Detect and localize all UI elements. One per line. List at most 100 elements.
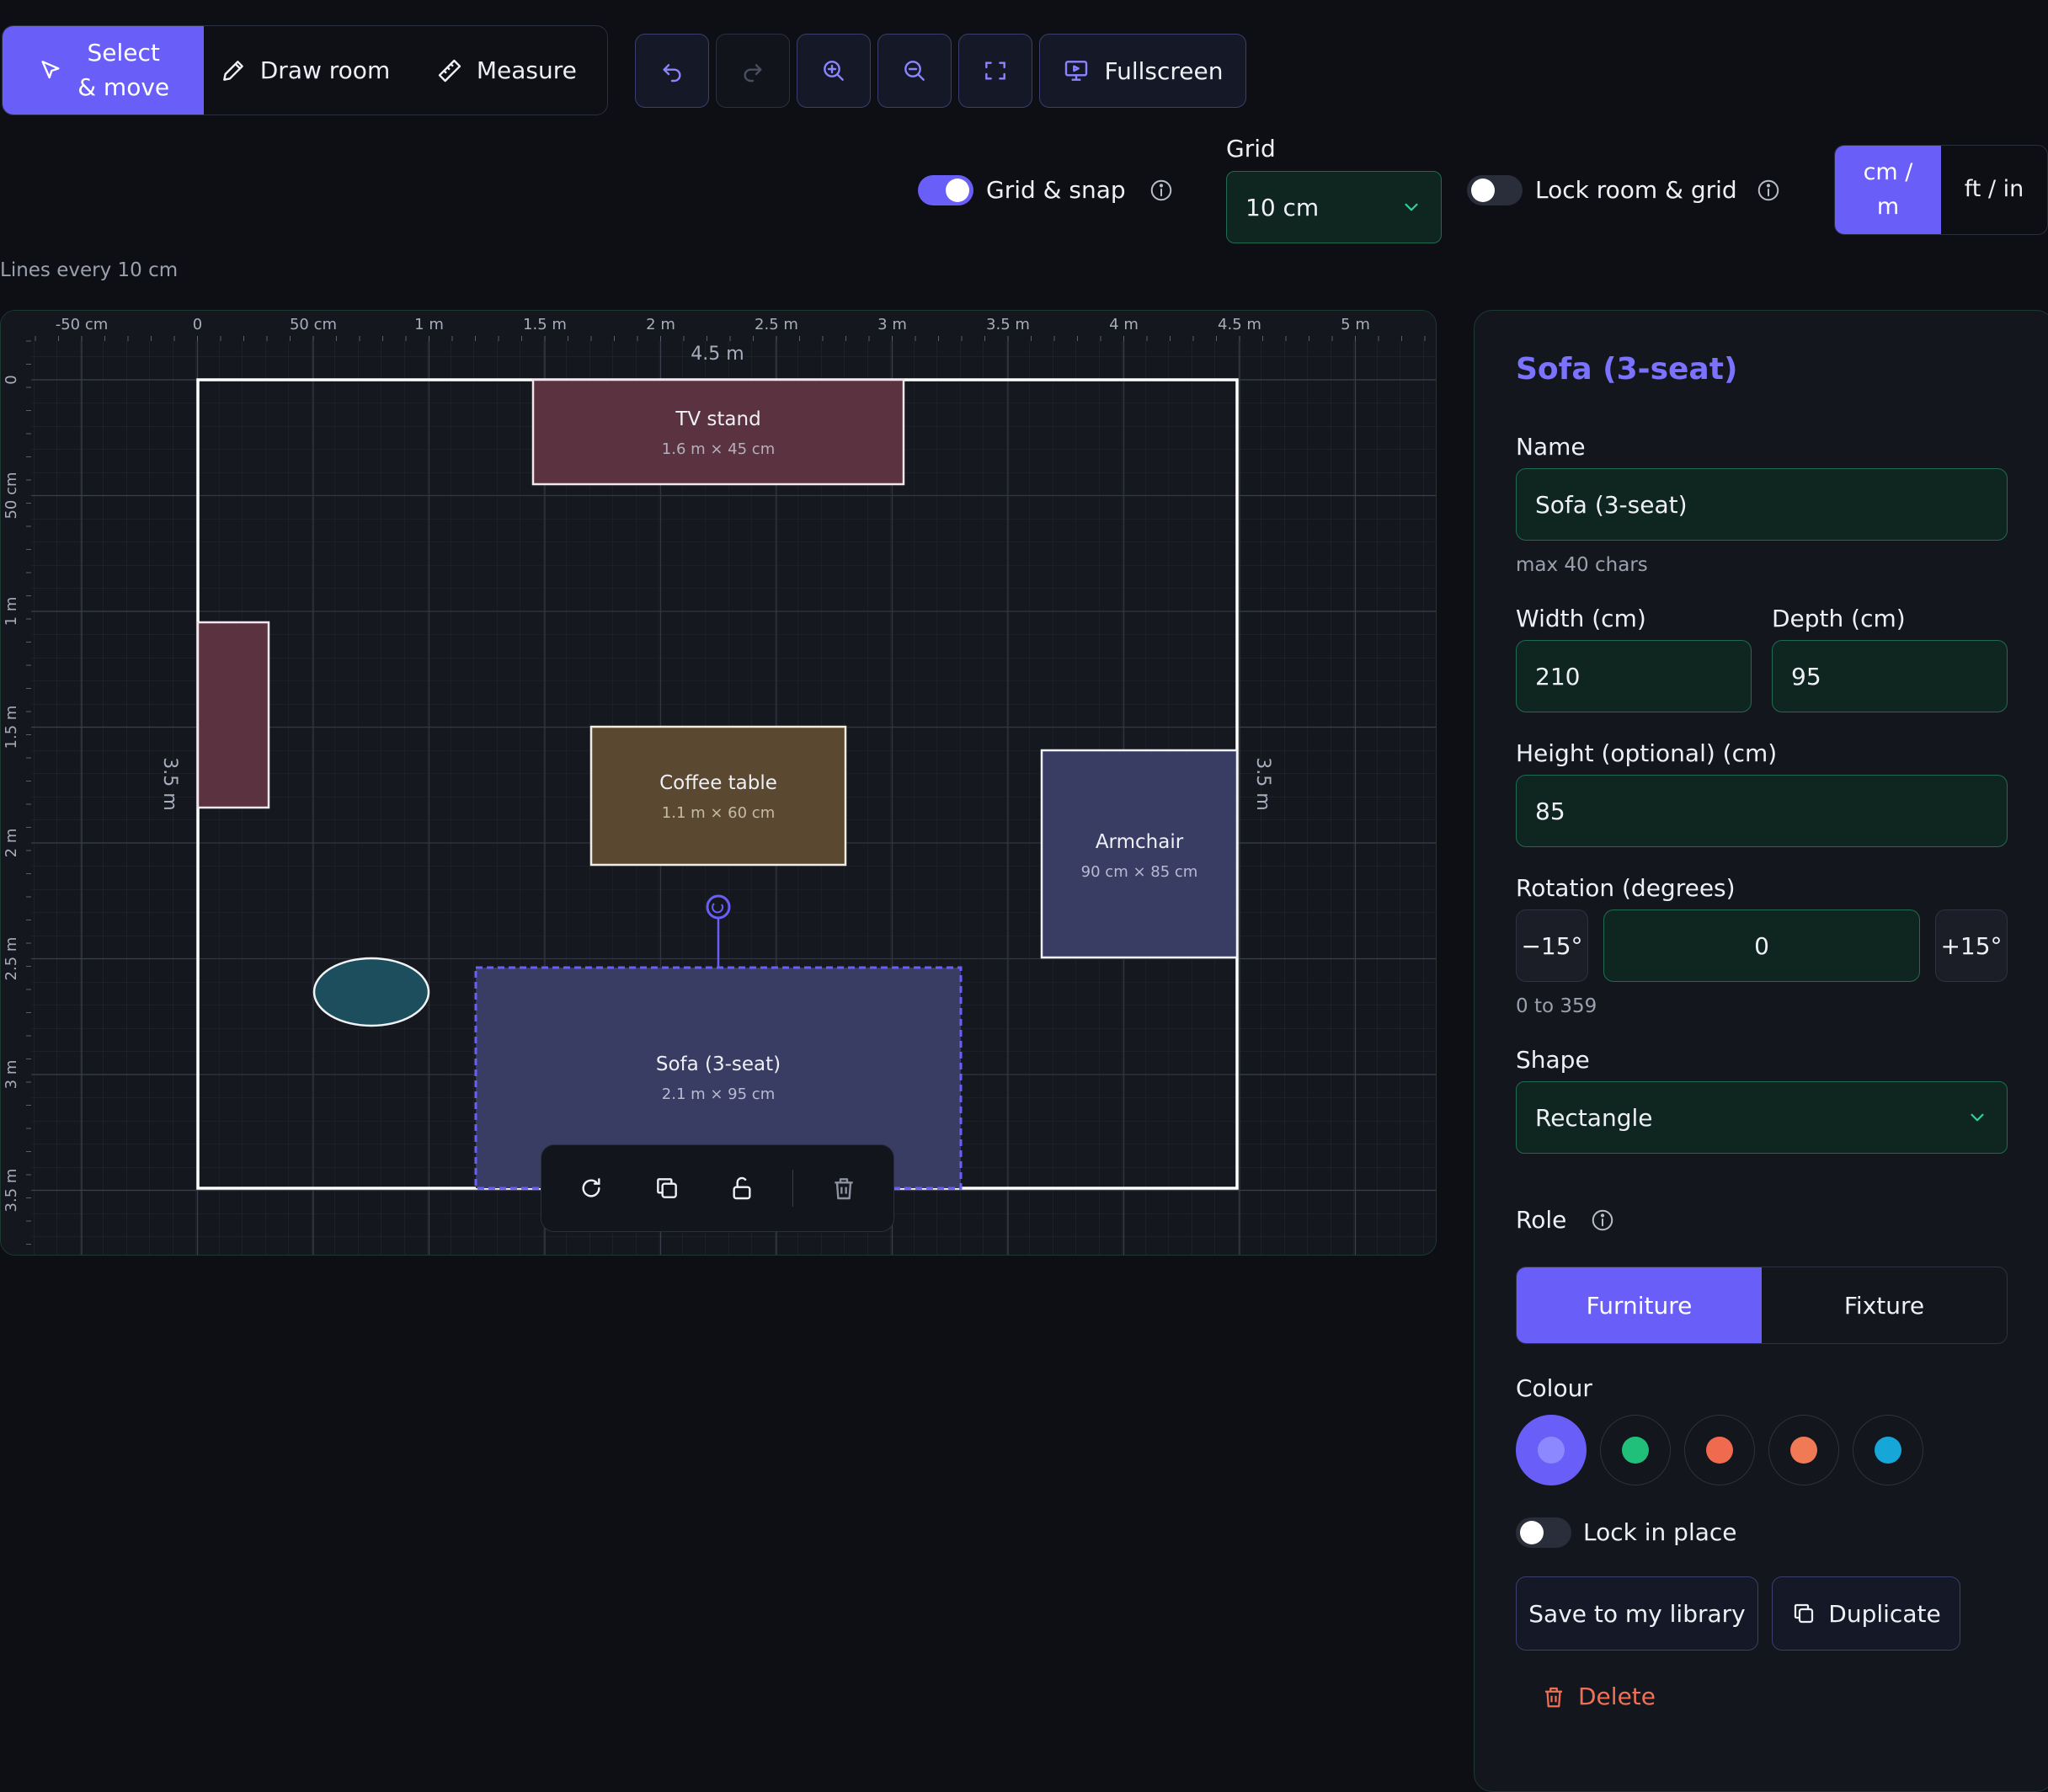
copy-button[interactable] — [642, 1163, 692, 1213]
colour-swatch-orange[interactable] — [1768, 1415, 1839, 1485]
grid-hint: Lines every 10 cm — [0, 259, 179, 281]
duplicate-button[interactable]: Duplicate — [1772, 1576, 1960, 1651]
ruler-y-label: 2 m — [3, 829, 20, 858]
panel-title: Sofa (3-seat) — [1516, 352, 1738, 387]
zoom-in-button[interactable] — [797, 34, 871, 108]
grid-title: Grid — [1226, 135, 1276, 163]
lock-button[interactable] — [717, 1163, 767, 1213]
lock-room-grid-toggle[interactable] — [1467, 175, 1523, 205]
zoom-out-button[interactable] — [877, 34, 952, 108]
unit-metric-button[interactable]: cm / m — [1835, 146, 1941, 234]
select-move-label: Select & move — [77, 38, 170, 101]
rotation-label: Rotation (degrees) — [1516, 874, 1736, 902]
width-input[interactable]: 210 — [1516, 640, 1752, 712]
ruler-y-label: 1 m — [3, 597, 20, 627]
toolbar-divider — [792, 1170, 794, 1207]
rotate-plus-button[interactable]: +15° — [1935, 909, 2008, 982]
colour-swatch-coral[interactable] — [1684, 1415, 1755, 1485]
grid-size-select[interactable]: 10 cm — [1226, 171, 1442, 243]
ruler-y-label: 3 m — [3, 1060, 20, 1090]
ruler-x-label: 2.5 m — [755, 316, 798, 333]
depth-label: Depth (cm) — [1772, 605, 1906, 632]
side-cabinet[interactable] — [196, 621, 270, 809]
rotation-hint: 0 to 359 — [1516, 995, 1597, 1017]
rotate-button[interactable] — [566, 1163, 616, 1213]
fit-view-icon — [985, 61, 1005, 80]
name-value: Sofa (3-seat) — [1535, 490, 1688, 519]
cursor-icon — [41, 60, 60, 78]
ruler-x-label: 50 cm — [290, 316, 337, 333]
height-value: 85 — [1535, 797, 1565, 825]
armchair-dims: 90 cm × 85 cm — [1081, 863, 1198, 881]
mode-toolbar: Select & move Draw room Measure — [2, 25, 608, 115]
colour-swatch-green[interactable] — [1600, 1415, 1671, 1485]
select-move-button[interactable]: Select & move — [3, 26, 205, 115]
round-table[interactable] — [312, 957, 430, 1027]
monitor-icon — [1064, 61, 1087, 81]
name-input[interactable]: Sofa (3-seat) — [1516, 468, 2008, 541]
room-width-label: 4.5 m — [691, 344, 744, 365]
tv-stand[interactable]: TV stand 1.6 m × 45 cm — [531, 378, 905, 486]
draw-room-button[interactable]: Draw room — [204, 26, 405, 115]
shape-select[interactable]: Rectangle — [1516, 1081, 2008, 1154]
role-switch: Furniture Fixture — [1516, 1267, 2008, 1344]
coffee-table-dims: 1.1 m × 60 cm — [662, 804, 775, 822]
ruler-x-label: 0 — [193, 316, 202, 333]
tv-stand-dims: 1.6 m × 45 cm — [662, 440, 775, 458]
fullscreen-button[interactable]: Fullscreen — [1039, 34, 1246, 108]
redo-button[interactable] — [716, 34, 790, 108]
save-to-library-button[interactable]: Save to my library — [1516, 1576, 1758, 1651]
grid-snap-toggle[interactable] — [918, 175, 973, 205]
width-label: Width (cm) — [1516, 605, 1646, 632]
depth-value: 95 — [1791, 662, 1821, 691]
measure-button[interactable]: Measure — [406, 26, 607, 115]
sofa-name: Sofa (3-seat) — [656, 1053, 781, 1075]
room-depth-label-right: 3.5 m — [1252, 757, 1273, 810]
rotate-minus-button[interactable]: −15° — [1516, 909, 1588, 982]
name-hint: max 40 chars — [1516, 554, 1648, 576]
ruler-x-label: 5 m — [1341, 316, 1370, 333]
name-label: Name — [1516, 433, 1586, 461]
save-to-library-label: Save to my library — [1528, 1599, 1746, 1628]
ruler-y-label: 3.5 m — [3, 1169, 20, 1213]
pencil-icon — [222, 60, 243, 81]
lock-in-place-toggle[interactable] — [1516, 1517, 1571, 1548]
delete-label: Delete — [1578, 1683, 1656, 1710]
role-fixture-button[interactable]: Fixture — [1762, 1267, 2007, 1343]
undo-icon — [663, 64, 681, 83]
armchair-name: Armchair — [1096, 831, 1184, 853]
armchair[interactable]: Armchair 90 cm × 85 cm — [1040, 749, 1239, 959]
ruler-x-label: 3.5 m — [986, 316, 1030, 333]
ruler-y-label: 0 — [3, 375, 20, 384]
colour-swatch-cyan[interactable] — [1853, 1415, 1923, 1485]
info-icon[interactable] — [1756, 178, 1781, 203]
height-input[interactable]: 85 — [1516, 775, 2008, 847]
info-icon[interactable] — [1149, 178, 1174, 203]
coffee-table[interactable]: Coffee table 1.1 m × 60 cm — [589, 725, 847, 867]
chevron-down-icon — [1405, 203, 1418, 211]
lock-room-grid-label: Lock room & grid — [1535, 176, 1737, 204]
undo-button[interactable] — [635, 34, 709, 108]
grid-snap-label: Grid & snap — [986, 176, 1126, 204]
rotate-handle[interactable] — [706, 894, 731, 920]
role-furniture-label: Furniture — [1586, 1291, 1693, 1320]
delete-item-button[interactable] — [819, 1163, 869, 1213]
fit-view-button[interactable] — [958, 34, 1032, 108]
rotate-minus-label: −15° — [1521, 931, 1583, 960]
ruler-x-label: -50 cm — [56, 316, 109, 333]
role-furniture-button[interactable]: Furniture — [1517, 1267, 1762, 1343]
role-label: Role — [1516, 1206, 1567, 1234]
sofa-dims: 2.1 m × 95 cm — [662, 1085, 775, 1103]
depth-input[interactable]: 95 — [1772, 640, 2008, 712]
rotation-input[interactable]: 0 — [1603, 909, 1920, 982]
unlock-icon — [733, 1176, 751, 1200]
selection-toolbar — [541, 1144, 894, 1232]
role-fixture-label: Fixture — [1843, 1291, 1925, 1320]
unit-imperial-button[interactable]: ft / in — [1941, 146, 2047, 234]
colour-swatch-indigo[interactable] — [1516, 1415, 1587, 1485]
height-label: Height (optional) (cm) — [1516, 739, 1778, 767]
ruler-x-label: 4 m — [1109, 316, 1139, 333]
info-icon[interactable] — [1590, 1208, 1615, 1233]
floor-plan-canvas[interactable]: -50 cm 0 50 cm 1 m 1.5 m 2 m 2.5 m 3 m 3.5 m 4 m 4… — [0, 310, 1437, 1256]
delete-button[interactable]: Delete — [1541, 1683, 1656, 1710]
